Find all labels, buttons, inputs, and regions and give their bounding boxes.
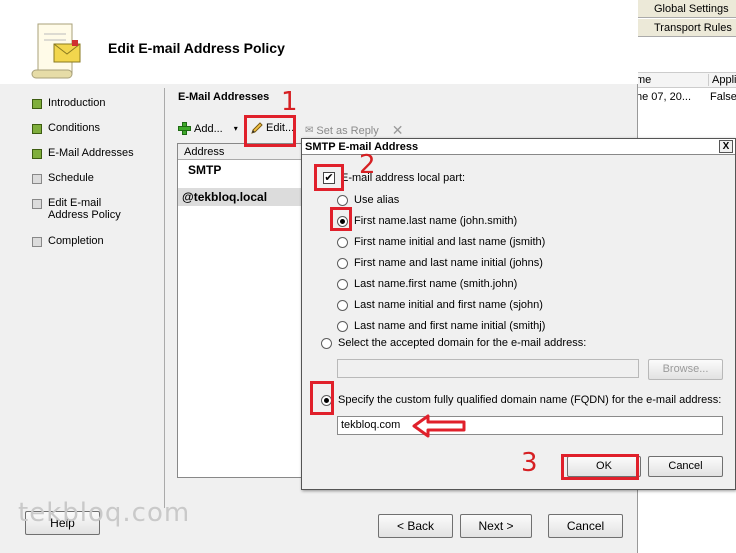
nav-status-pending-icon (32, 174, 42, 184)
option-label: First name.last name (john.smith) (354, 215, 518, 227)
annotation-number-3: 3 (521, 448, 538, 478)
option-label: Use alias (354, 194, 400, 206)
option-label: Specify the custom fully qualified domai… (338, 394, 722, 406)
nav-label: E-Mail Addresses (48, 147, 134, 159)
radio-button[interactable] (337, 257, 348, 269)
annotation-box-fqdn (310, 381, 334, 415)
watermark: tekbloq.com (18, 498, 191, 528)
radio-button[interactable] (321, 337, 332, 349)
option-first-initial[interactable]: First name and last name initial (johns) (337, 257, 543, 269)
annotation-box-edit (244, 115, 296, 147)
address-list: Address SMTP @tekbloq.local (177, 143, 302, 478)
option-label: Last name and first name initial (smithj… (354, 320, 546, 332)
green-plus-icon (178, 122, 191, 135)
wizard-title: Edit E-mail Address Policy (108, 40, 285, 56)
nav-introduction[interactable]: Introduction (32, 97, 105, 109)
bg-list-row[interactable]: ne 07, 20... False (636, 90, 736, 106)
nav-label: Schedule (48, 172, 94, 184)
dropdown-arrow-icon[interactable]: ▾ (234, 124, 238, 133)
nav-conditions[interactable]: Conditions (32, 122, 100, 134)
back-button[interactable]: < Back (378, 514, 453, 538)
option-accepted-domain[interactable]: Select the accepted domain for the e-mai… (321, 337, 586, 349)
nav-edit-policy[interactable]: Edit E-mail Address Policy (32, 197, 142, 221)
option-label: Last name initial and first name (sjohn) (354, 299, 543, 311)
set-as-reply-button[interactable]: ✉ Set as Reply ✕ (305, 122, 404, 139)
list-item-smtp[interactable]: SMTP (178, 161, 301, 179)
smtp-address-dialog: SMTP E-mail Address X ✔ E-mail address l… (301, 138, 736, 490)
option-custom-fqdn[interactable]: Specify the custom fully qualified domai… (321, 394, 721, 406)
tab-transport-rules[interactable]: Transport Rules (636, 19, 736, 37)
bg-list-header: me Appli (636, 72, 736, 88)
option-label: Last name.first name (smith.john) (354, 278, 518, 290)
local-part-checkbox-row[interactable]: ✔ E-mail address local part: (323, 172, 465, 184)
radio-button[interactable] (337, 236, 348, 248)
bg-row-date: ne 07, 20... (636, 91, 692, 103)
radio-button[interactable] (337, 194, 348, 206)
browse-button[interactable]: Browse... (648, 359, 723, 380)
nav-completion[interactable]: Completion (32, 235, 104, 247)
wizard-cancel-button[interactable]: Cancel (548, 514, 623, 538)
bg-row-applied: False (710, 91, 736, 103)
list-item-address[interactable]: @tekbloq.local (178, 188, 301, 206)
reply-icon: ✉ (305, 125, 314, 136)
nav-status-done-icon (32, 124, 42, 134)
annotation-number-1: 1 (281, 87, 298, 117)
bg-col-applied[interactable]: Appli (708, 74, 736, 86)
policy-scroll-icon (31, 23, 81, 79)
option-use-alias[interactable]: Use alias (337, 194, 399, 206)
annotation-box-first-last (330, 207, 352, 231)
radio-button[interactable] (337, 278, 348, 290)
annotation-box-checkbox (314, 164, 344, 191)
add-label: Add... (194, 122, 223, 135)
tab-global-settings[interactable]: Global Settings (636, 0, 736, 18)
nav-schedule[interactable]: Schedule (32, 172, 94, 184)
option-initial-last[interactable]: First name initial and last name (jsmith… (337, 236, 545, 248)
nav-label: Edit E-mail Address Policy (48, 197, 121, 221)
annotation-number-2: 2 (359, 150, 376, 180)
nav-divider (164, 88, 165, 508)
dialog-cancel-button[interactable]: Cancel (648, 456, 723, 477)
nav-status-pending-icon (32, 237, 42, 247)
option-label: First name and last name initial (johns) (354, 257, 543, 269)
section-title: E-Mail Addresses (178, 91, 270, 103)
bg-col-name[interactable]: me (636, 74, 651, 86)
add-button[interactable]: Add... ▾ (178, 122, 238, 135)
radio-button[interactable] (337, 299, 348, 311)
nav-label: Introduction (48, 97, 106, 109)
delete-icon[interactable]: ✕ (392, 122, 404, 139)
option-first-last[interactable]: First name.last name (john.smith) (337, 215, 517, 227)
close-icon: X (722, 141, 730, 152)
option-initial-first[interactable]: Last name initial and first name (sjohn) (337, 299, 543, 311)
wizard-header: Edit E-mail Address Policy (0, 0, 638, 84)
nav-email-addresses[interactable]: E-Mail Addresses (32, 147, 134, 159)
option-last-first[interactable]: Last name.first name (smith.john) (337, 278, 517, 290)
close-button[interactable]: X (719, 140, 733, 153)
nav-status-done-icon (32, 149, 42, 159)
next-button[interactable]: Next > (460, 514, 532, 538)
option-last-initial[interactable]: Last name and first name initial (smithj… (337, 320, 545, 332)
option-label: Select the accepted domain for the e-mai… (338, 337, 587, 349)
option-label: First name initial and last name (jsmith… (354, 236, 546, 248)
red-arrow-icon (412, 414, 466, 438)
nav-label: Conditions (48, 122, 100, 134)
accepted-domain-field[interactable] (337, 359, 639, 378)
nav-status-pending-icon (32, 199, 42, 209)
fqdn-input[interactable]: tekbloq.com (337, 416, 723, 435)
nav-label: Completion (48, 235, 104, 247)
radio-button[interactable] (337, 320, 348, 332)
nav-status-done-icon (32, 99, 42, 109)
set-as-reply-label: Set as Reply (316, 124, 379, 137)
annotation-box-ok (561, 454, 639, 480)
